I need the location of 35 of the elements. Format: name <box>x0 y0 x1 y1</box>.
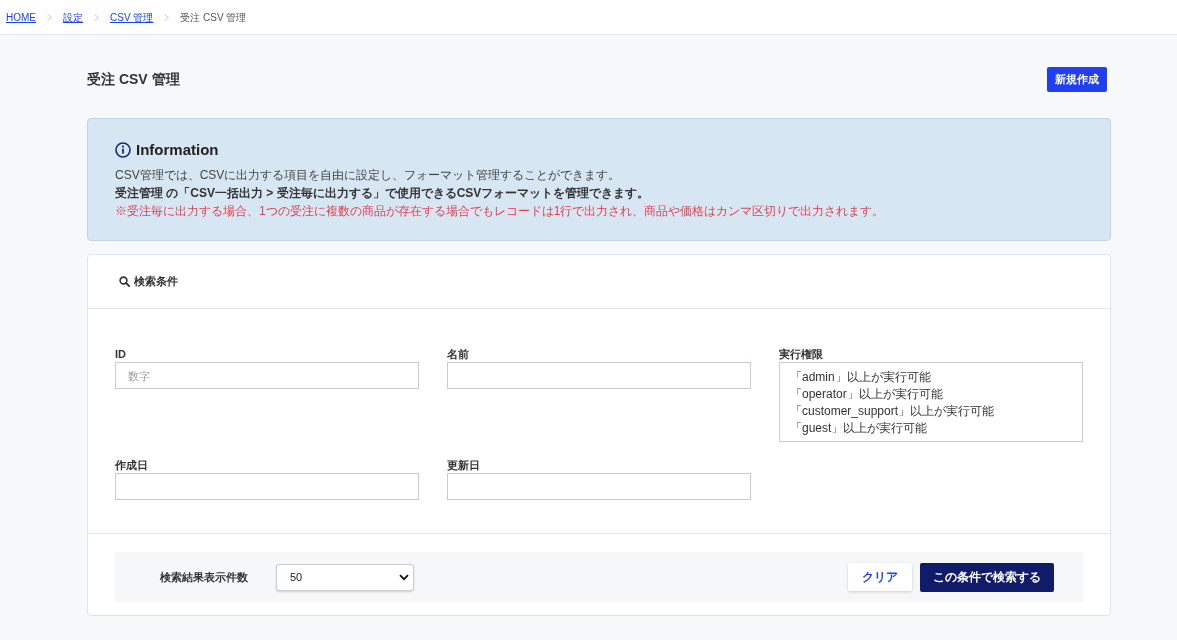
clear-button[interactable]: クリア <box>848 563 912 591</box>
information-text: 受注管理 の「CSV一括出力 > 受注毎に出力する」で使用できるCSVフォーマットを管理できます。 <box>115 185 650 202</box>
listbox-field[interactable]: 「admin」以上が実行可能 「operator」以上が実行可能 「customer_support」以上が実行可能 「guest」以上が実行可能 <box>779 362 1083 442</box>
page-title: 受注 CSV 管理 <box>87 70 180 89</box>
new-button[interactable]: 新規作成 <box>1047 67 1107 92</box>
listbox-option[interactable]: 「guest」以上が実行可能 <box>790 420 928 437</box>
input-field[interactable] <box>115 473 419 500</box>
information-title: Information <box>136 139 219 160</box>
field-label: 更新日 <box>447 458 480 472</box>
listbox-option[interactable]: 「customer_support」以上が実行可能 <box>790 403 995 420</box>
breadcrumb-link[interactable]: 設定 <box>63 9 83 25</box>
input-field[interactable] <box>447 362 751 389</box>
input-field[interactable] <box>447 473 751 500</box>
field-label: 名前 <box>447 347 469 361</box>
chevron-down-icon <box>399 573 409 581</box>
information-text: CSV管理では、CSVに出力する項目を自由に設定し、フォーマット管理することができます。 <box>115 167 621 184</box>
input-field[interactable]: 数字 <box>115 362 419 389</box>
chevron-icon <box>47 13 52 21</box>
breadcrumb-link[interactable]: CSV 管理 <box>110 9 154 25</box>
chevron-icon <box>94 13 99 21</box>
search-button[interactable]: この条件で検索する <box>920 562 1054 592</box>
listbox-option[interactable]: 「operator」以上が実行可能 <box>790 386 943 403</box>
field-label: 作成日 <box>115 458 148 472</box>
breadcrumb-link[interactable]: HOME <box>6 9 36 25</box>
search-section-title: 検索条件 <box>134 274 178 290</box>
info-icon <box>115 142 131 158</box>
page-size-select[interactable]: 50 <box>276 563 414 591</box>
listbox-option[interactable]: 「admin」以上が実行可能 <box>790 369 931 386</box>
search-icon <box>119 276 130 287</box>
field-label: 実行権限 <box>779 347 823 361</box>
page-size-label: 検索結果表示件数 <box>160 569 248 585</box>
field-label: ID <box>115 347 126 361</box>
information-text: ※受注毎に出力する場合、1つの受注に複数の商品が存在する場合でもレコードは1行で出力され、商品や価格はカンマ区切りで出力されます。 <box>115 203 885 220</box>
chevron-icon <box>164 13 170 21</box>
breadcrumb-current: 受注 CSV 管理 <box>180 10 247 25</box>
